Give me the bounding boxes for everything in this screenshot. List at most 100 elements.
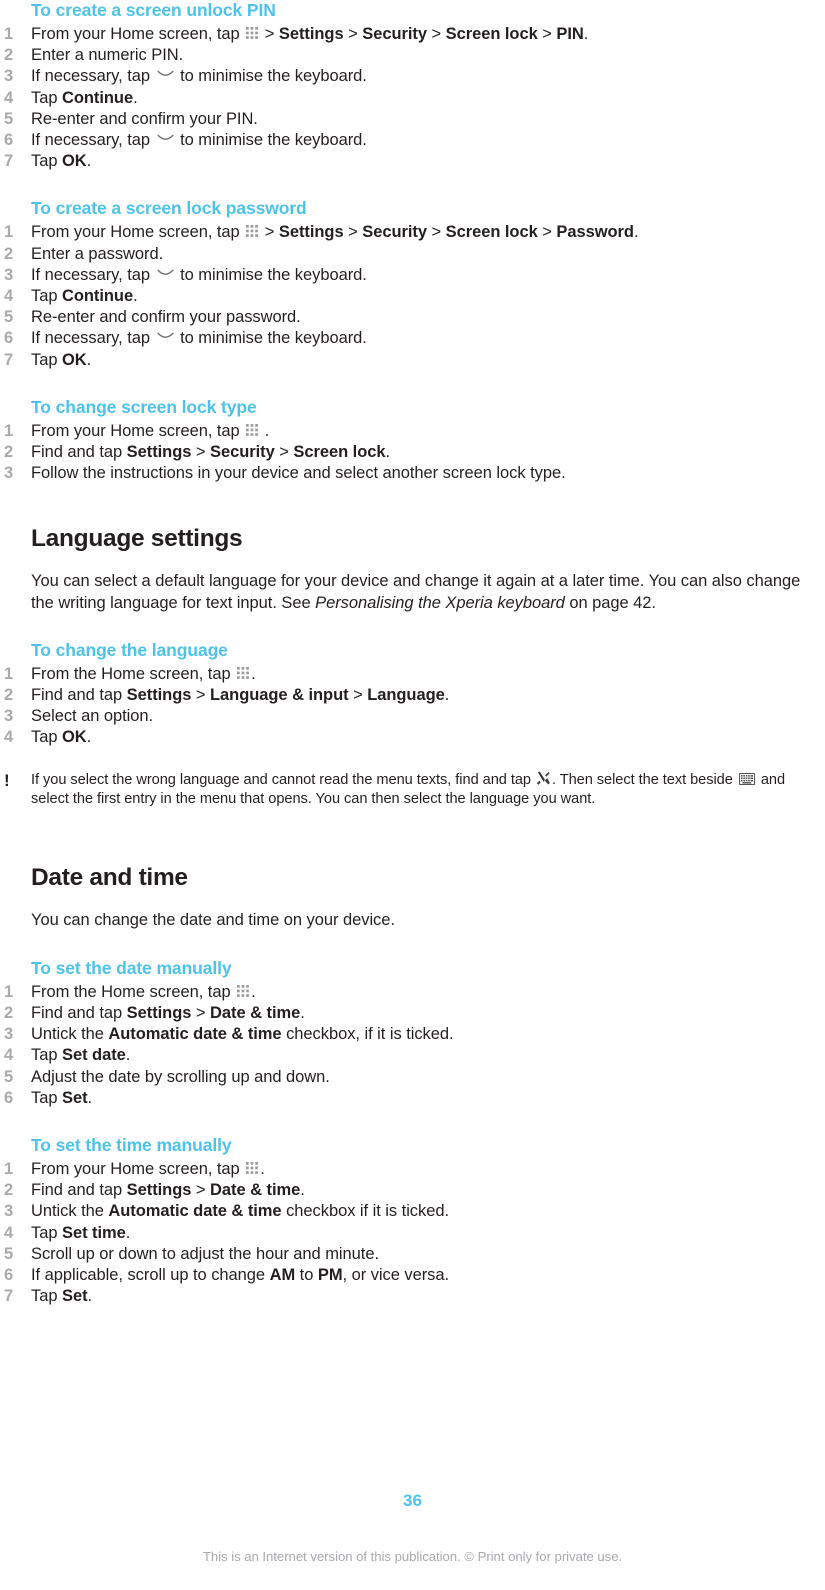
step-emphasis: Settings [126,686,192,705]
list-item: Find and tap Settings > Security > Scree… [0,442,825,463]
step-emphasis: OK [62,728,87,747]
step-text: Re-enter and confirm your password. [31,308,301,327]
app-drawer-icon [246,225,259,238]
step-text: , or vice versa. [342,1265,450,1284]
intro-reference-italic: Personalising the Xperia keyboard [315,593,565,612]
step-text: Re-enter and confirm your PIN. [31,109,258,128]
step-text: > [260,223,279,242]
step-text: > [191,686,211,705]
step-list-set-time-manually: From your Home screen, tap . Find and tap… [0,1159,825,1308]
page-content: To create a screen unlock PIN From your … [0,0,825,1308]
step-text: to [295,1265,318,1284]
step-list-create-screen-unlock-pin: From your Home screen, tap > Settings > … [0,24,825,173]
step-text: . [444,686,450,705]
step-text: . [385,443,391,462]
step-text: . [300,1003,305,1022]
list-item: If necessary, tap to minimise the keyboa… [0,265,825,286]
step-text: > [426,25,446,43]
section-heading-create-screen-lock-password: To create a screen lock password [31,198,307,219]
list-item: Follow the instructions in your device a… [0,463,825,484]
step-text: checkbox if it is ticked. [281,1202,449,1221]
list-item: Re-enter and confirm your password. [0,307,825,328]
list-item: From your Home screen, tap > Settings > … [0,222,825,243]
step-emphasis: PIN [556,25,584,43]
section-heading-change-the-language: To change the language [31,639,228,660]
list-item: From the Home screen, tap . [0,982,825,1003]
step-emphasis: Screen lock [293,443,386,462]
step-emphasis: Set [62,1287,88,1306]
list-item: Tap Set. [0,1088,825,1109]
list-item: Tap Continue. [0,286,825,307]
list-item: Tap Set date. [0,1045,825,1066]
step-list-change-screen-lock-type: From your Home screen, tap . Find and tap… [0,421,825,485]
app-drawer-icon [246,27,259,40]
step-text: Find and tap [31,443,127,462]
step-text: . [633,223,639,242]
footer-copyright: This is an Internet version of this publ… [202,1549,623,1564]
step-text: . [300,1181,305,1200]
section-heading-set-time-manually: To set the time manually [31,1134,232,1155]
step-emphasis: PM [317,1265,343,1284]
step-text: . [260,421,270,440]
step-text: Adjust the date by scrolling up and down… [31,1067,330,1086]
step-text: Find and tap [31,1181,127,1200]
step-text: Untick the [31,1202,109,1221]
list-item: From the Home screen, tap . [0,664,825,685]
chevron-down-icon [156,68,174,80]
step-text: From your Home screen, tap [31,421,245,440]
step-text: . [133,88,138,107]
step-emphasis: Settings [278,223,344,242]
step-text: > [537,25,557,43]
step-text: . [125,1046,131,1065]
list-item: If necessary, tap to minimise the keyboa… [0,328,825,349]
step-emphasis: Set [62,1088,88,1107]
step-text: . [251,982,256,1001]
step-text: If necessary, tap [31,329,155,348]
step-text: Enter a password. [31,244,164,263]
step-text: . [260,1159,265,1178]
step-text: . [86,728,92,747]
step-text: Tap [31,1046,62,1065]
list-item: Untick the Automatic date & time checkbo… [0,1024,825,1045]
step-emphasis: Automatic date & time [108,1025,282,1044]
step-emphasis: Settings [126,1003,192,1022]
step-emphasis: Settings [126,1181,192,1200]
step-text: Tap [31,350,62,369]
step-text: > [343,223,363,242]
step-emphasis: Language [367,686,445,705]
step-text: Tap [31,1287,62,1306]
step-text: From the Home screen, tap [31,664,236,683]
section-heading-change-screen-lock-type: To change screen lock type [31,396,257,417]
step-emphasis: Password [556,223,634,242]
section-heading-create-screen-unlock-pin: To create a screen unlock PIN [31,0,276,20]
step-list-set-date-manually: From the Home screen, tap . Find and tap … [0,982,825,1109]
step-emphasis: Language & input [210,686,349,705]
step-text: From your Home screen, tap [31,223,245,242]
step-text: Tap [31,1223,62,1242]
list-item: Tap Set time. [0,1223,825,1244]
step-emphasis: Set time [62,1223,126,1242]
list-item: Tap Set. [0,1286,825,1307]
step-text: . [251,664,256,683]
step-text: Tap [31,152,62,171]
exclamation-icon: ! [4,770,10,790]
step-text: . [583,25,589,43]
list-item: From your Home screen, tap . [0,421,825,442]
step-emphasis: Continue [62,88,134,107]
step-text: > [537,223,557,242]
step-emphasis: OK [62,350,87,369]
step-text: If necessary, tap [31,131,155,150]
step-text: From your Home screen, tap [31,1159,245,1178]
step-emphasis: Settings [126,443,192,462]
list-item: Select an option. [0,706,825,727]
step-text: Find and tap [31,686,127,705]
note-block-language-warning: ! If you select the wrong language and ca… [0,771,825,810]
step-text: Tap [31,1088,62,1107]
